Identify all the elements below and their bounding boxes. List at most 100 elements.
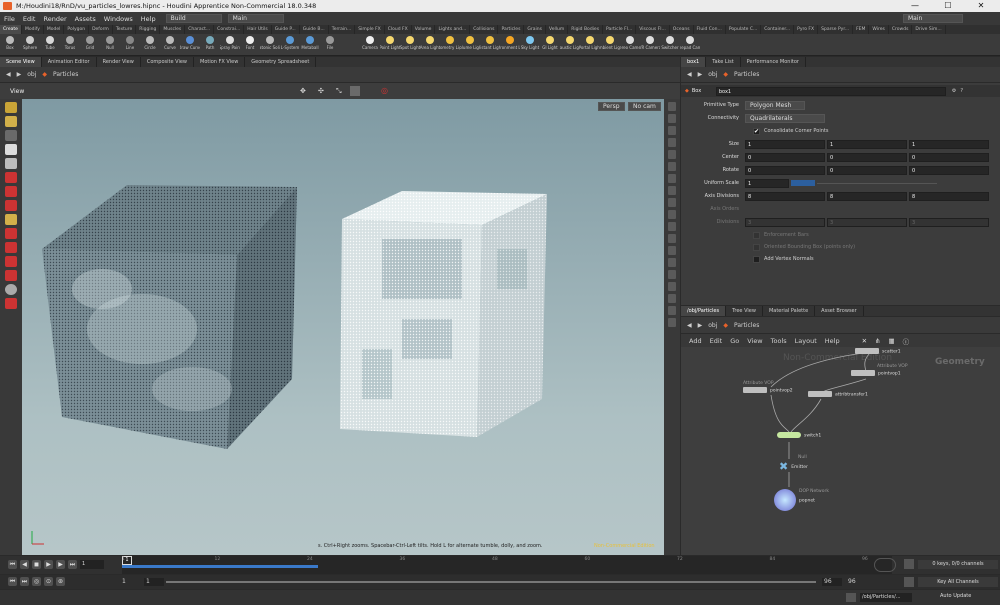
menu-windows[interactable]: Windows — [100, 15, 137, 23]
size-y-field[interactable]: 1 — [827, 139, 907, 149]
view-tool-icon[interactable] — [5, 270, 17, 281]
menu-render[interactable]: Render — [39, 15, 70, 23]
shelf-tool[interactable]: Tube — [40, 34, 60, 55]
display-option-icon[interactable] — [668, 306, 676, 315]
scene-view-tab[interactable]: Animation Editor — [42, 57, 97, 67]
shelf-tool[interactable]: Switcher — [660, 34, 680, 55]
shelf-tool[interactable]: Null — [100, 34, 120, 55]
range-end[interactable]: 96 — [848, 578, 856, 585]
shelf-tool[interactable]: Portal Light — [580, 34, 600, 55]
shelf-tool[interactable]: Line — [120, 34, 140, 55]
lock-tool-icon[interactable] — [5, 158, 17, 169]
display-option-icon[interactable] — [668, 222, 676, 231]
auto-update-dropdown[interactable]: Auto Update — [940, 593, 971, 599]
uniform-scale-slider[interactable] — [791, 180, 815, 186]
rotate-x-field[interactable]: 0 — [745, 165, 825, 175]
shelf-tab[interactable]: Cloud FX — [385, 25, 412, 34]
shelf-tab[interactable]: Guide P... — [272, 25, 300, 34]
desktop2-dropdown[interactable]: Main — [227, 14, 284, 23]
shelf-tool[interactable]: Environment Light — [500, 34, 520, 55]
display-option-icon[interactable] — [668, 162, 676, 171]
path-node[interactable]: Particles — [734, 322, 759, 329]
range-icon[interactable]: ⏭ — [20, 577, 29, 586]
shelf-tool[interactable]: Platonic Solids — [260, 34, 280, 55]
shelf-tool[interactable]: Sky Light — [520, 34, 540, 55]
shelf-tab[interactable]: FEM — [853, 25, 870, 34]
display-option-icon[interactable] — [668, 150, 676, 159]
realtime-toggle[interactable] — [874, 558, 896, 572]
tab-box1[interactable]: box1 — [681, 57, 707, 67]
tree-icon[interactable]: ⋔ — [875, 337, 880, 345]
center-y-field[interactable]: 0 — [827, 152, 907, 162]
snap-icon[interactable]: ✥ — [300, 87, 306, 95]
shelf-tab[interactable]: Modify — [22, 25, 44, 34]
menu-assets[interactable]: Assets — [71, 15, 100, 23]
shelf-tab[interactable]: Volume — [412, 25, 436, 34]
shelf-tab[interactable]: Collisions — [470, 25, 499, 34]
display-option-icon[interactable] — [668, 318, 676, 327]
persp-dropdown[interactable]: Persp — [598, 102, 625, 111]
maximize-button[interactable]: ☐ — [933, 0, 963, 12]
shelf-tool[interactable]: Ambient Light — [600, 34, 620, 55]
current-frame-field[interactable]: 1 — [80, 560, 104, 569]
transform-tool-icon[interactable] — [5, 242, 17, 253]
consolidate-checkbox[interactable]: ✔ — [753, 127, 760, 135]
shelf-tool[interactable]: Box — [0, 34, 20, 55]
node-emitter[interactable]: ✖ Emitter — [779, 460, 808, 473]
range-slider-track[interactable] — [166, 581, 816, 583]
shelf-tool[interactable]: Point Light — [380, 34, 400, 55]
shelf-tab[interactable]: Rigging — [136, 25, 161, 34]
status-icon[interactable] — [846, 593, 856, 602]
shelf-tab[interactable]: Wires — [869, 25, 889, 34]
shelf-tab[interactable]: Crowds — [889, 25, 913, 34]
key-icon[interactable] — [904, 559, 914, 569]
shelf-tab[interactable]: Rigid Bodies — [568, 25, 604, 34]
display-option-icon[interactable] — [668, 126, 676, 135]
shelf-tab[interactable]: Create — [0, 25, 22, 34]
magnet-tool-icon[interactable] — [5, 172, 17, 183]
shelf-tool[interactable]: Path — [200, 34, 220, 55]
node-switch[interactable]: switch1 — [777, 432, 821, 439]
display-option-icon[interactable] — [668, 210, 676, 219]
rotate-tool-icon[interactable] — [5, 130, 17, 141]
shelf-tab[interactable]: Particle Fl... — [603, 25, 637, 34]
shelf-tab[interactable]: Container... — [761, 25, 795, 34]
shelf-tool[interactable]: Geometry Light — [440, 34, 460, 55]
forward-arrow-icon[interactable]: ▶ — [698, 71, 703, 78]
shelf-tool[interactable]: Area Light — [420, 34, 440, 55]
display-option-icon[interactable] — [668, 234, 676, 243]
shelf-tab[interactable]: Polygon — [64, 25, 90, 34]
add-vertex-normals-checkbox[interactable] — [753, 255, 760, 263]
node-attribtransfer[interactable]: attribtransfer1 — [808, 391, 868, 398]
node-pointvop1[interactable]: pointvop1 — [851, 370, 901, 377]
camera-tool-icon[interactable] — [5, 284, 17, 295]
rotate-y-field[interactable]: 0 — [827, 165, 907, 175]
center-x-field[interactable]: 0 — [745, 152, 825, 162]
info-icon[interactable]: ⓘ — [903, 336, 910, 346]
range-end-field[interactable]: 96 — [822, 578, 842, 586]
path-node[interactable]: Particles — [734, 71, 759, 78]
node-pointvop2[interactable]: pointvop2 — [743, 387, 793, 394]
close-button[interactable]: ✕ — [966, 0, 996, 12]
3d-viewport[interactable]: Persp No cam s. Ctrl+Right zooms. Spaceb… — [22, 99, 664, 555]
tab-take-list[interactable]: Take List — [706, 57, 741, 67]
shelf-tool[interactable]: Circle — [140, 34, 160, 55]
shelf-tab[interactable]: Model — [44, 25, 65, 34]
network-menu-help[interactable]: Help — [825, 337, 840, 345]
menu-file[interactable]: File — [0, 15, 19, 23]
shelf-tool[interactable]: Camera — [360, 34, 380, 55]
timeline-bar[interactable]: 1 1 12 24 36 48 60 72 84 96 — [122, 556, 892, 574]
status-path[interactable]: /obj/Particles/... — [860, 593, 912, 602]
shelf-tab[interactable]: Pyro FX — [794, 25, 819, 34]
scene-view-tab[interactable]: Render View — [97, 57, 141, 67]
shelf-tool[interactable]: Grid — [80, 34, 100, 55]
main-dropdown[interactable]: Main — [903, 14, 963, 23]
connectivity-dropdown[interactable]: Quadrilaterals — [745, 113, 825, 123]
back-arrow-icon[interactable]: ◀ — [6, 71, 11, 78]
display-option-icon[interactable] — [668, 258, 676, 267]
scene-view-tab[interactable]: Composite View — [141, 57, 194, 67]
audio-icon[interactable]: ◎ — [32, 577, 41, 586]
display-option-icon[interactable] — [668, 186, 676, 195]
node-scatter[interactable]: scatter1 — [855, 348, 901, 355]
axis-div-z-field[interactable]: 8 — [909, 191, 989, 201]
